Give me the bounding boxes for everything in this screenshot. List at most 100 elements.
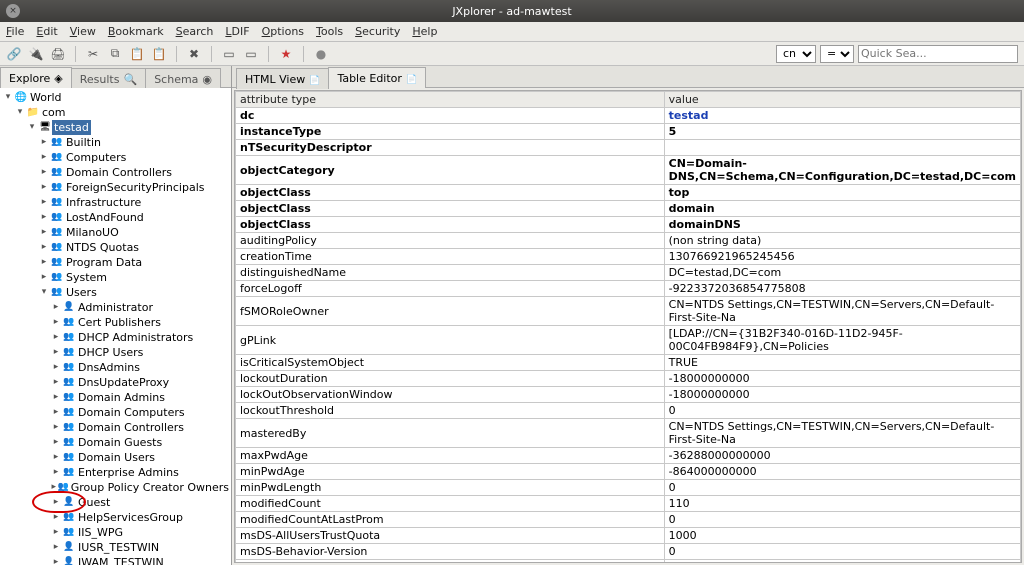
value-cell[interactable]: 0: [664, 544, 1020, 560]
table-row[interactable]: nTSecurityDescriptor: [236, 140, 1021, 156]
table-row[interactable]: lockOutObservationWindow-18000000000: [236, 387, 1021, 403]
bookmark-icon[interactable]: ★: [278, 46, 294, 62]
table-row[interactable]: isCriticalSystemObjectTRUE: [236, 355, 1021, 371]
tree-node[interactable]: ▸Computers: [0, 150, 231, 165]
expand-handle[interactable]: ▸: [38, 270, 50, 285]
tree-node[interactable]: ▸Guest: [0, 495, 231, 510]
table-row[interactable]: auditingPolicy(non string data): [236, 233, 1021, 249]
tree-node[interactable]: ▸Builtin: [0, 135, 231, 150]
expand-handle[interactable]: ▸: [38, 225, 50, 240]
value-cell[interactable]: [LDAP://CN={31B2F340-016D-11D2-945F-00C0…: [664, 326, 1020, 355]
paste-icon[interactable]: 📋: [129, 46, 145, 62]
paste-alias-icon[interactable]: 📋: [151, 46, 167, 62]
expand-handle[interactable]: ▸: [38, 255, 50, 270]
menu-search[interactable]: Search: [176, 25, 214, 38]
table-row[interactable]: msDS-AllUsersTrustQuota1000: [236, 528, 1021, 544]
menu-security[interactable]: Security: [355, 25, 400, 38]
attr-cell[interactable]: forceLogoff: [236, 281, 665, 297]
expand-handle[interactable]: ▸: [50, 510, 62, 525]
tree-node[interactable]: ▸Infrastructure: [0, 195, 231, 210]
attr-cell[interactable]: minPwdAge: [236, 464, 665, 480]
tree-node[interactable]: ▾testad: [0, 120, 231, 135]
value-cell[interactable]: -18000000000: [664, 371, 1020, 387]
table-row[interactable]: forceLogoff-9223372036854775808: [236, 281, 1021, 297]
value-cell[interactable]: 10: [664, 560, 1020, 564]
value-cell[interactable]: (non string data): [664, 233, 1020, 249]
attr-cell[interactable]: minPwdLength: [236, 480, 665, 496]
attr-cell[interactable]: modifiedCount: [236, 496, 665, 512]
expand-handle[interactable]: ▸: [50, 300, 62, 315]
tree-node[interactable]: ▸Domain Users: [0, 450, 231, 465]
attr-cell[interactable]: msDS-AllUsersTrustQuota: [236, 528, 665, 544]
tree-node[interactable]: ▾Users: [0, 285, 231, 300]
table-row[interactable]: instanceType5: [236, 124, 1021, 140]
value-cell[interactable]: 130766921965245456: [664, 249, 1020, 265]
new-entry-icon[interactable]: ▭: [221, 46, 237, 62]
table-row[interactable]: distinguishedNameDC=testad,DC=com: [236, 265, 1021, 281]
tree-node[interactable]: ▸ForeignSecurityPrincipals: [0, 180, 231, 195]
value-cell[interactable]: -18000000000: [664, 387, 1020, 403]
tree-node[interactable]: ▾com: [0, 105, 231, 120]
attr-cell[interactable]: lockOutObservationWindow: [236, 387, 665, 403]
expand-handle[interactable]: ▸: [50, 420, 62, 435]
quick-search-input[interactable]: [858, 45, 1018, 63]
value-cell[interactable]: 5: [664, 124, 1020, 140]
attr-cell[interactable]: lockoutDuration: [236, 371, 665, 387]
attr-cell[interactable]: distinguishedName: [236, 265, 665, 281]
value-cell[interactable]: TRUE: [664, 355, 1020, 371]
delete-icon[interactable]: ✖: [186, 46, 202, 62]
attr-cell[interactable]: creationTime: [236, 249, 665, 265]
attr-cell[interactable]: objectClass: [236, 201, 665, 217]
menu-file[interactable]: File: [6, 25, 24, 38]
attr-cell[interactable]: dc: [236, 108, 665, 124]
tree-node[interactable]: ▸DnsAdmins: [0, 360, 231, 375]
new-window-icon[interactable]: ▭: [243, 46, 259, 62]
table-row[interactable]: objectCategoryCN=Domain-DNS,CN=Schema,CN…: [236, 156, 1021, 185]
expand-handle[interactable]: ▸: [38, 165, 50, 180]
attr-cell[interactable]: msDS-Behavior-Version: [236, 544, 665, 560]
tab-results[interactable]: Results🔍: [71, 68, 146, 89]
menu-help[interactable]: Help: [412, 25, 437, 38]
table-row[interactable]: msDS-Behavior-Version0: [236, 544, 1021, 560]
value-cell[interactable]: -36288000000000: [664, 448, 1020, 464]
expand-handle[interactable]: ▾: [2, 90, 14, 105]
expand-handle[interactable]: ▾: [38, 285, 50, 300]
attr-cell[interactable]: instanceType: [236, 124, 665, 140]
table-row[interactable]: lockoutThreshold0: [236, 403, 1021, 419]
table-row[interactable]: modifiedCount110: [236, 496, 1021, 512]
value-cell[interactable]: CN=Domain-DNS,CN=Schema,CN=Configuration…: [664, 156, 1020, 185]
tree-node[interactable]: ▸Administrator: [0, 300, 231, 315]
menu-bookmark[interactable]: Bookmark: [108, 25, 164, 38]
table-row[interactable]: minPwdAge-864000000000: [236, 464, 1021, 480]
expand-handle[interactable]: ▸: [50, 540, 62, 555]
attr-cell[interactable]: masteredBy: [236, 419, 665, 448]
expand-handle[interactable]: ▸: [38, 195, 50, 210]
table-row[interactable]: objectClasstop: [236, 185, 1021, 201]
expand-handle[interactable]: ▾: [26, 120, 38, 135]
table-row[interactable]: fSMORoleOwnerCN=NTDS Settings,CN=TESTWIN…: [236, 297, 1021, 326]
menu-ldif[interactable]: LDIF: [225, 25, 249, 38]
expand-handle[interactable]: ▸: [50, 375, 62, 390]
search-attribute-select[interactable]: cn: [776, 45, 816, 63]
value-cell[interactable]: top: [664, 185, 1020, 201]
tree-node[interactable]: ▸IIS_WPG: [0, 525, 231, 540]
expand-handle[interactable]: ▸: [50, 480, 57, 495]
tree-node[interactable]: ▸MilanoUO: [0, 225, 231, 240]
attr-cell[interactable]: objectClass: [236, 217, 665, 233]
table-row[interactable]: ms-DS-MachineAccountQuota10: [236, 560, 1021, 564]
tab-html-view[interactable]: HTML View: [236, 68, 329, 89]
expand-handle[interactable]: ▸: [50, 405, 62, 420]
value-cell[interactable]: 0: [664, 512, 1020, 528]
tree-node[interactable]: ▸Domain Controllers: [0, 420, 231, 435]
cut-icon[interactable]: ✂: [85, 46, 101, 62]
attr-cell[interactable]: objectCategory: [236, 156, 665, 185]
tree-node[interactable]: ▸Program Data: [0, 255, 231, 270]
tab-schema[interactable]: Schema◉: [145, 68, 221, 89]
tree-node[interactable]: ▸Domain Guests: [0, 435, 231, 450]
tree-node[interactable]: ▸System: [0, 270, 231, 285]
attr-cell[interactable]: lockoutThreshold: [236, 403, 665, 419]
attr-cell[interactable]: maxPwdAge: [236, 448, 665, 464]
attr-cell[interactable]: fSMORoleOwner: [236, 297, 665, 326]
expand-handle[interactable]: ▸: [50, 465, 62, 480]
column-header-value[interactable]: value: [664, 92, 1020, 108]
